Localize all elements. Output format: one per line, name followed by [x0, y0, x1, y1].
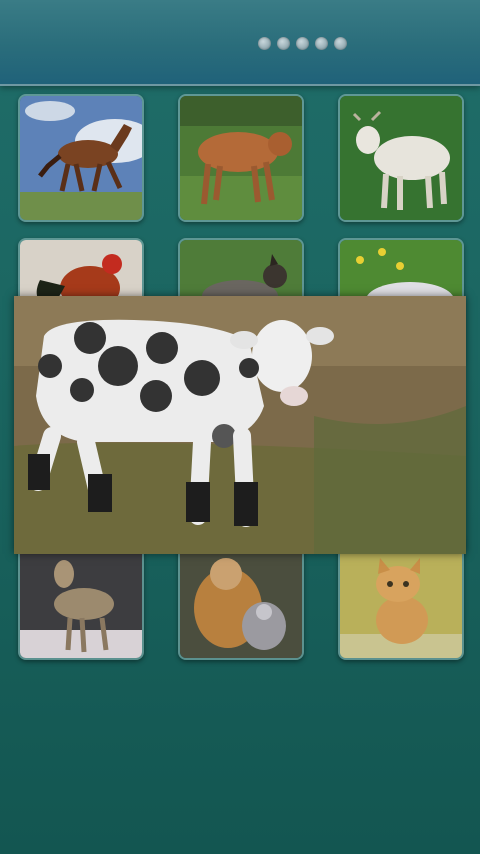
page-dot-2[interactable] [277, 37, 290, 50]
page-dot-1[interactable] [258, 37, 271, 50]
tile-horse[interactable] [18, 94, 144, 222]
goat-photo-icon [340, 96, 462, 220]
page-dot-4[interactable] [315, 37, 328, 50]
enlarged-animal-image[interactable] [14, 296, 466, 554]
horse-photo-icon [20, 96, 142, 220]
top-bar [0, 0, 480, 86]
spotted-cow-photo-icon [14, 296, 466, 554]
page-indicator[interactable] [258, 37, 347, 50]
tile-goat[interactable] [338, 94, 464, 222]
tile-cow[interactable] [178, 94, 304, 222]
cow-photo-icon [180, 96, 302, 220]
page-dot-5[interactable] [334, 37, 347, 50]
page-dot-3[interactable] [296, 37, 309, 50]
